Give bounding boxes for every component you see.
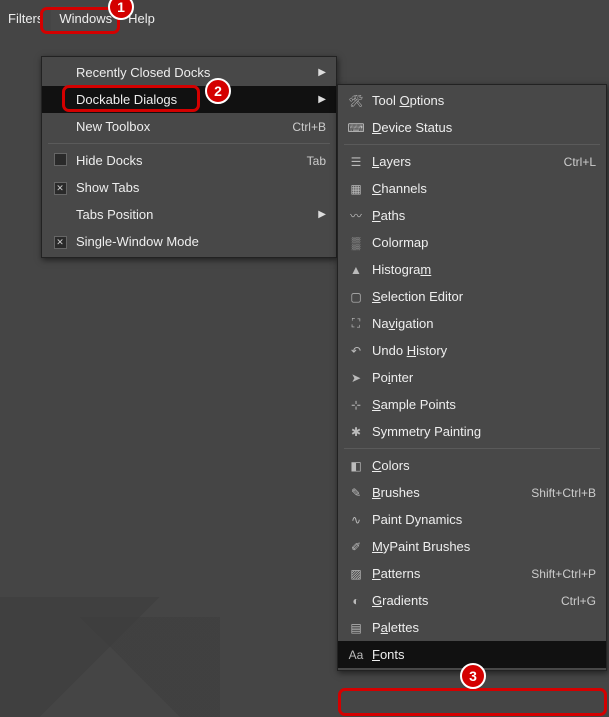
separator (344, 144, 600, 145)
menu-tabs-position[interactable]: Tabs Position ▶ (42, 201, 336, 228)
submenu-undo-history[interactable]: ↶ Undo History (338, 337, 606, 364)
submenu-label: Channels (366, 181, 596, 196)
submenu-label: Device Status (366, 120, 596, 135)
submenu-accel: Shift+Ctrl+B (531, 486, 596, 500)
checkbox-checked-icon: ✕ (54, 182, 67, 195)
dynamics-icon: ∿ (346, 513, 366, 527)
menubar-filters[interactable]: Filters (0, 6, 51, 31)
submenu-label: Gradients (366, 593, 561, 608)
submenu-tool-options[interactable]: 🛠 Tool Options (338, 87, 606, 114)
menu-label: Single-Window Mode (70, 234, 326, 249)
menu-dockable-dialogs[interactable]: Dockable Dialogs ▶ (42, 86, 336, 113)
submenu-label: Paint Dynamics (366, 512, 596, 527)
submenu-device-status[interactable]: ⌨ Device Status (338, 114, 606, 141)
windows-menu: Recently Closed Docks ▶ Dockable Dialogs… (41, 56, 337, 258)
menu-accel: Tab (307, 154, 326, 168)
submenu-label: Colors (366, 458, 596, 473)
menu-label: Recently Closed Docks (70, 65, 314, 80)
symmetry-icon: ✱ (346, 425, 366, 439)
paths-icon: 〰 (346, 207, 366, 224)
submenu-label: Palettes (366, 620, 596, 635)
submenu-label: Colormap (366, 235, 596, 250)
submenu-label: Histogram (366, 262, 596, 277)
submenu-label: Tool Options (366, 93, 596, 108)
submenu-accel: Ctrl+G (561, 594, 596, 608)
submenu-label: Paths (366, 208, 596, 223)
menu-label: Dockable Dialogs (70, 92, 314, 107)
mypaint-icon: ✐ (346, 540, 366, 554)
submenu-label: Pointer (366, 370, 596, 385)
channels-icon: ▦ (346, 182, 366, 196)
submenu-label: Selection Editor (366, 289, 596, 304)
menu-accel: Ctrl+B (292, 120, 326, 134)
submenu-patterns[interactable]: ▨ Patterns Shift+Ctrl+P (338, 560, 606, 587)
annotation-badge-2: 2 (205, 78, 231, 104)
palettes-icon: ▤ (346, 621, 366, 635)
submenu-histogram[interactable]: ▲ Histogram (338, 256, 606, 283)
checkbox-checked-icon: ✕ (54, 236, 67, 249)
submenu-gradients[interactable]: ◐ Gradients Ctrl+G (338, 587, 606, 614)
colors-icon: ◧ (346, 459, 366, 473)
menu-label: Show Tabs (70, 180, 326, 195)
submenu-accel: Shift+Ctrl+P (531, 567, 596, 581)
separator (48, 143, 330, 144)
submenu-accel: Ctrl+L (564, 155, 596, 169)
gradients-icon: ◐ (346, 594, 366, 608)
checkbox-icon (54, 153, 67, 166)
fonts-icon: Aa (346, 648, 366, 662)
menu-single-window-mode[interactable]: ✕ Single-Window Mode (42, 228, 336, 255)
submenu-paths[interactable]: 〰 Paths (338, 202, 606, 229)
submenu-label: MyPaint Brushes (366, 539, 596, 554)
undo-icon: ↶ (346, 344, 366, 358)
brushes-icon: ✎ (346, 486, 366, 500)
tool-options-icon: 🛠 (346, 94, 366, 108)
submenu-mypaint-brushes[interactable]: ✐ MyPaint Brushes (338, 533, 606, 560)
patterns-icon: ▨ (346, 567, 366, 581)
annotation-badge-3: 3 (460, 663, 486, 689)
menu-new-toolbox[interactable]: New Toolbox Ctrl+B (42, 113, 336, 140)
submenu-paint-dynamics[interactable]: ∿ Paint Dynamics (338, 506, 606, 533)
submenu-layers[interactable]: ☰ Layers Ctrl+L (338, 148, 606, 175)
submenu-label: Brushes (366, 485, 531, 500)
submenu-arrow-icon: ▶ (314, 67, 326, 78)
submenu-symmetry-painting[interactable]: ✱ Symmetry Painting (338, 418, 606, 445)
submenu-arrow-icon: ▶ (314, 94, 326, 105)
submenu-arrow-icon: ▶ (314, 209, 326, 220)
menubar: Filters Windows Help (0, 0, 609, 28)
submenu-pointer[interactable]: ➤ Pointer (338, 364, 606, 391)
submenu-label: Fonts (366, 647, 596, 662)
menu-label: Hide Docks (70, 153, 307, 168)
histogram-icon: ▲ (346, 263, 366, 277)
submenu-label: Navigation (366, 316, 596, 331)
colormap-icon: ▒ (346, 236, 366, 250)
navigation-icon: ⛶ (346, 316, 366, 331)
annotation-ring-3 (338, 688, 607, 716)
submenu-sample-points[interactable]: ⊹ Sample Points (338, 391, 606, 418)
layers-icon: ☰ (346, 155, 366, 169)
dockable-dialogs-submenu: 🛠 Tool Options ⌨ Device Status ☰ Layers … (337, 84, 607, 671)
submenu-palettes[interactable]: ▤ Palettes (338, 614, 606, 641)
selection-icon: ▢ (346, 290, 366, 304)
sample-points-icon: ⊹ (346, 398, 366, 412)
submenu-colors[interactable]: ◧ Colors (338, 452, 606, 479)
submenu-brushes[interactable]: ✎ Brushes Shift+Ctrl+B (338, 479, 606, 506)
submenu-colormap[interactable]: ▒ Colormap (338, 229, 606, 256)
submenu-channels[interactable]: ▦ Channels (338, 175, 606, 202)
submenu-label: Patterns (366, 566, 531, 581)
menu-show-tabs[interactable]: ✕ Show Tabs (42, 174, 336, 201)
submenu-label: Symmetry Painting (366, 424, 596, 439)
menu-recently-closed-docks[interactable]: Recently Closed Docks ▶ (42, 59, 336, 86)
menu-label: Tabs Position (70, 207, 314, 222)
submenu-navigation[interactable]: ⛶ Navigation (338, 310, 606, 337)
menu-label: New Toolbox (70, 119, 292, 134)
menu-hide-docks[interactable]: Hide Docks Tab (42, 147, 336, 174)
submenu-label: Undo History (366, 343, 596, 358)
device-icon: ⌨ (346, 121, 366, 135)
submenu-label: Layers (366, 154, 564, 169)
pointer-icon: ➤ (346, 371, 366, 385)
submenu-label: Sample Points (366, 397, 596, 412)
submenu-selection-editor[interactable]: ▢ Selection Editor (338, 283, 606, 310)
separator (344, 448, 600, 449)
